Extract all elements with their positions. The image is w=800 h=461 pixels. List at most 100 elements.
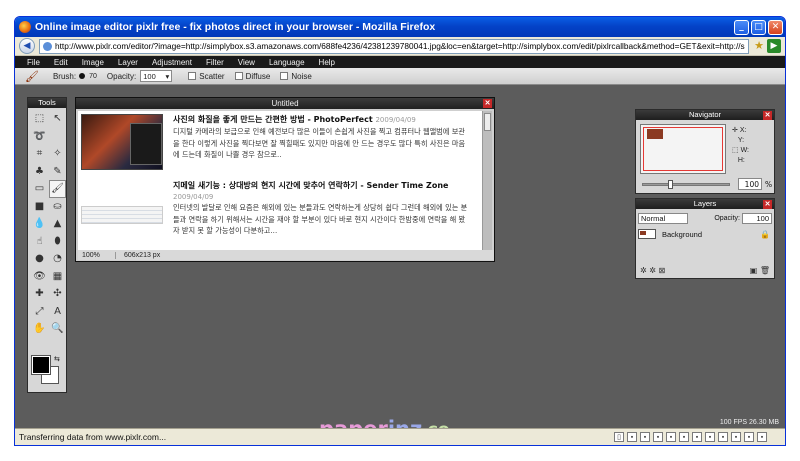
lock-icon[interactable]: 🔒 xyxy=(760,230,770,239)
addon-icon-11[interactable]: ▪ xyxy=(757,432,767,442)
addon-icon-4[interactable]: ▪ xyxy=(666,432,676,442)
delete-layer-icon[interactable]: 🗑 xyxy=(760,266,770,275)
move-icon[interactable]: ↖ xyxy=(49,110,66,128)
close-navigator-icon[interactable]: ✕ xyxy=(763,111,772,120)
title-bar[interactable]: Online image editor pixlr free - fix pho… xyxy=(15,17,785,37)
tools-panel-title[interactable]: Tools xyxy=(28,98,66,108)
addon-icon-3[interactable]: ▪ xyxy=(653,432,663,442)
brush-size[interactable]: 70 xyxy=(89,73,97,80)
brush-preview-icon[interactable] xyxy=(79,73,86,79)
scatter-option[interactable]: Scatter xyxy=(188,72,225,81)
address-bar[interactable]: http://www.pixlr.com/editor/?image=http:… xyxy=(39,38,749,54)
layer-style-icon[interactable]: ✲ xyxy=(640,266,647,275)
crop-icon[interactable]: ⌗ xyxy=(31,145,48,163)
bucket-icon[interactable]: ⛀ xyxy=(49,198,66,216)
document-dimensions: 606x213 px xyxy=(124,251,161,259)
text-icon[interactable]: A xyxy=(49,303,66,321)
burn-icon[interactable]: ● xyxy=(31,250,48,268)
brush-icon[interactable]: 🖌 xyxy=(49,180,66,198)
gradient-icon[interactable]: ▦ xyxy=(49,268,66,286)
image-canvas[interactable]: 사진의 화질을 좋게 만드는 간편한 방법 - PhotoPerfect 200… xyxy=(78,111,482,250)
eyedropper-icon[interactable]: ⤢ xyxy=(31,303,48,321)
menu-language[interactable]: Language xyxy=(269,58,305,67)
menu-view[interactable]: View xyxy=(238,58,255,67)
sharpen-icon[interactable]: ▲ xyxy=(49,215,66,233)
opacity-value: 100 xyxy=(143,71,156,81)
scrollbar-thumb[interactable] xyxy=(484,113,491,131)
navigator-title-bar[interactable]: Navigator ✕ xyxy=(636,110,774,120)
menu-layer[interactable]: Layer xyxy=(118,58,138,67)
menu-help[interactable]: Help xyxy=(319,58,335,67)
diffuse-checkbox[interactable] xyxy=(234,72,243,80)
wand-icon[interactable]: ✧ xyxy=(49,145,66,163)
vertical-scrollbar[interactable] xyxy=(482,111,492,250)
document-title-bar[interactable]: Untitled ✕ xyxy=(76,98,494,109)
swap-colors-icon[interactable]: ⇆ xyxy=(54,355,60,363)
sponge-icon[interactable]: ⬮ xyxy=(49,233,66,251)
redeye-icon[interactable]: 👁 xyxy=(31,268,48,286)
document-zoom[interactable]: 100% xyxy=(78,251,116,259)
bookmark-star-icon[interactable]: ★ xyxy=(753,40,765,52)
pinch-icon[interactable]: ✣ xyxy=(49,285,66,303)
menu-edit[interactable]: Edit xyxy=(54,58,68,67)
stamp-icon[interactable]: ♣ xyxy=(31,163,48,181)
layer-opacity-select[interactable]: 100 xyxy=(742,212,772,224)
zoom-icon[interactable]: 🔍 xyxy=(49,320,66,338)
rectangle-icon[interactable]: ■ xyxy=(31,198,48,216)
noise-option[interactable]: Noise xyxy=(280,72,312,81)
minimize-button[interactable]: _ xyxy=(734,19,749,35)
layers-title-bar[interactable]: Layers ✕ xyxy=(636,199,774,209)
close-layers-icon[interactable]: ✕ xyxy=(763,200,772,209)
zoom-input[interactable]: 100 xyxy=(738,178,762,190)
zoom-slider[interactable] xyxy=(642,180,730,189)
navigator-preview[interactable] xyxy=(640,124,726,174)
brush-tool-icon: 🖌 xyxy=(25,70,39,83)
scatter-checkbox[interactable] xyxy=(188,72,197,80)
back-button[interactable]: ◀ xyxy=(19,38,35,54)
layer-mask-icon[interactable]: ⊠ xyxy=(659,266,666,275)
close-document-icon[interactable]: ✕ xyxy=(483,99,492,108)
eraser-icon[interactable]: ▭ xyxy=(31,180,48,198)
menu-file[interactable]: File xyxy=(27,58,40,67)
hand-icon[interactable]: ✋ xyxy=(31,320,48,338)
x-label: X: xyxy=(739,127,747,134)
diffuse-label: Diffuse xyxy=(245,71,271,81)
zoom-slider-knob[interactable] xyxy=(668,180,673,189)
foreground-color-swatch[interactable] xyxy=(31,355,51,375)
addon-icon-2[interactable]: ▪ xyxy=(640,432,650,442)
spot-heal-icon[interactable]: ✚ xyxy=(31,285,48,303)
addon-icon-1[interactable]: ▪ xyxy=(627,432,637,442)
status-icons: ▯ ▪ ▪ ▪ ▪ ▪ ▪ ▪ ▪ ▪ ▪ ▪ xyxy=(614,432,785,442)
post-thumbnail xyxy=(81,206,163,224)
addon-icon-5[interactable]: ▪ xyxy=(679,432,689,442)
navigator-panel: Navigator ✕ ✛ X: Y: ⬚ W: H: 100 % xyxy=(635,109,775,194)
crop-select-icon[interactable]: ⬚ xyxy=(31,110,48,128)
pencil-icon[interactable]: ✎ xyxy=(49,163,66,181)
addon-icon-6[interactable]: ▪ xyxy=(692,432,702,442)
post-title: 지메일 새기능 : 상대방의 현지 시간에 맞추어 연락하기 - Sender … xyxy=(173,181,449,201)
lasso-icon[interactable]: ➰ xyxy=(31,128,48,146)
page-icon[interactable]: ▯ xyxy=(614,432,624,442)
color-swatches[interactable]: ⇆ xyxy=(31,355,64,388)
menu-image[interactable]: Image xyxy=(82,58,104,67)
addon-icon-7[interactable]: ▪ xyxy=(705,432,715,442)
maximize-button[interactable]: □ xyxy=(751,19,766,35)
new-layer-icon[interactable]: ▣ xyxy=(750,266,758,275)
smudge-icon[interactable]: ☝ xyxy=(31,233,48,251)
addon-icon-10[interactable]: ▪ xyxy=(744,432,754,442)
menu-adjustment[interactable]: Adjustment xyxy=(152,58,192,67)
view-rectangle[interactable] xyxy=(643,127,723,171)
opacity-select[interactable]: 100 ▾ xyxy=(140,70,173,82)
noise-checkbox[interactable] xyxy=(280,72,289,80)
layer-row[interactable]: Background 🔒 xyxy=(638,228,772,240)
diffuse-option[interactable]: Diffuse xyxy=(234,71,271,81)
blend-mode-select[interactable]: Normal xyxy=(638,212,688,224)
blur-icon[interactable]: 💧 xyxy=(31,215,48,233)
close-window-button[interactable]: ✕ xyxy=(768,19,783,35)
menu-filter[interactable]: Filter xyxy=(206,58,224,67)
dodge-icon[interactable]: ◔ xyxy=(49,250,66,268)
layer-fx-icon[interactable]: ✲ xyxy=(649,266,656,275)
addon-icon-8[interactable]: ▪ xyxy=(718,432,728,442)
addon-icon-9[interactable]: ▪ xyxy=(731,432,741,442)
go-button[interactable]: ▶ xyxy=(767,39,781,53)
